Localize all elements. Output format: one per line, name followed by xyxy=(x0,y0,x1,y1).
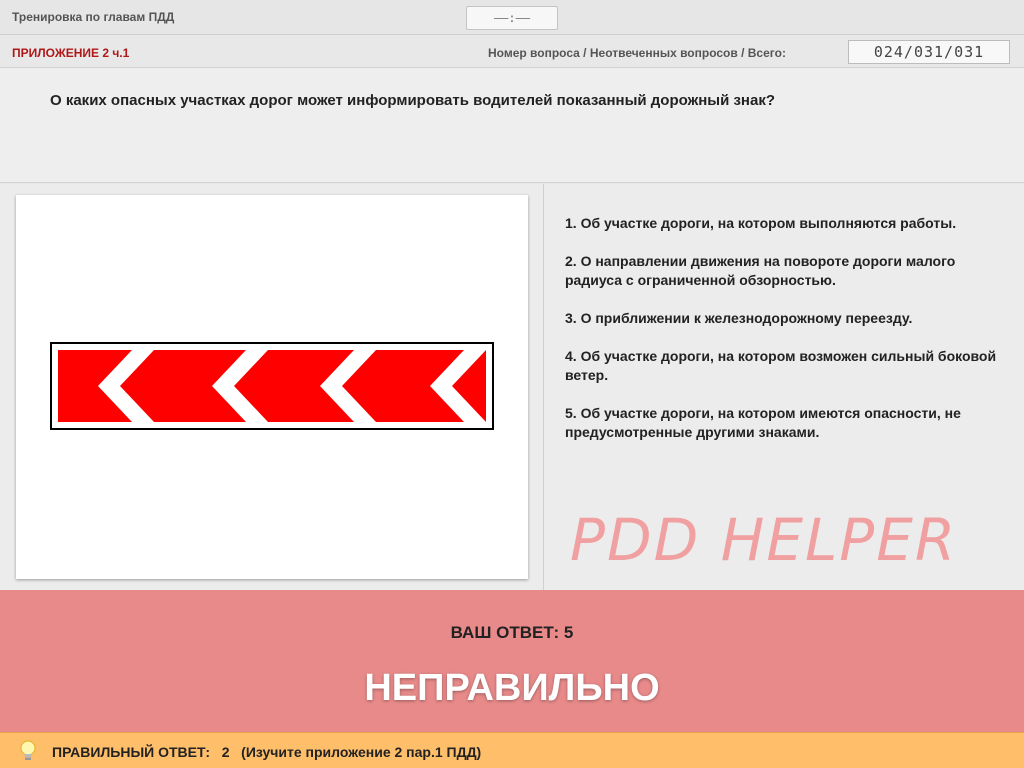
app-title: Тренировка по главам ПДД xyxy=(12,10,175,24)
answer-option-1[interactable]: 1. Об участке дороги, на котором выполня… xyxy=(565,214,1005,233)
result-panel: ВАШ ОТВЕТ: 5 НЕПРАВИЛЬНО xyxy=(0,590,1024,732)
panel-divider xyxy=(543,184,544,590)
info-bar: ПРИЛОЖЕНИЕ 2 ч.1 Номер вопроса / Неотвеч… xyxy=(0,35,1024,68)
content-area: 1. Об участке дороги, на котором выполня… xyxy=(0,184,1024,590)
correct-answer-text: ПРАВИЛЬНЫЙ ОТВЕТ: 2 (Изучите приложение … xyxy=(52,744,482,760)
question-counter: 024/031/031 xyxy=(848,40,1010,64)
answer-option-4[interactable]: 4. Об участке дороги, на котором возможе… xyxy=(565,347,1005,385)
correct-answer-bar: ПРАВИЛЬНЫЙ ОТВЕТ: 2 (Изучите приложение … xyxy=(0,732,1024,768)
top-bar: Тренировка по главам ПДД ––:–– xyxy=(0,0,1024,35)
sign-image-panel xyxy=(16,195,528,579)
your-answer-text: ВАШ ОТВЕТ: 5 xyxy=(450,623,574,642)
section-label: ПРИЛОЖЕНИЕ 2 ч.1 xyxy=(12,46,130,60)
verdict-text: НЕПРАВИЛЬНО xyxy=(364,667,660,709)
answer-option-2[interactable]: 2. О направлении движения на повороте до… xyxy=(565,252,1005,290)
question-text: О каких опасных участках дорог может инф… xyxy=(50,92,776,109)
watermark: PDD HELPER xyxy=(570,506,958,574)
answer-option-3[interactable]: 3. О приближении к железнодорожному пере… xyxy=(565,309,1005,328)
chevron-sign-icon xyxy=(50,342,494,430)
answer-option-5[interactable]: 5. Об участке дороги, на котором имеются… xyxy=(565,404,1005,442)
counter-label: Номер вопроса / Неотвеченных вопросов / … xyxy=(488,46,786,60)
timer-display: ––:–– xyxy=(466,6,558,30)
answers-list: 1. Об участке дороги, на котором выполня… xyxy=(565,214,1005,461)
lightbulb-icon xyxy=(20,740,36,760)
question-panel: О каких опасных участках дорог может инф… xyxy=(0,68,1024,183)
